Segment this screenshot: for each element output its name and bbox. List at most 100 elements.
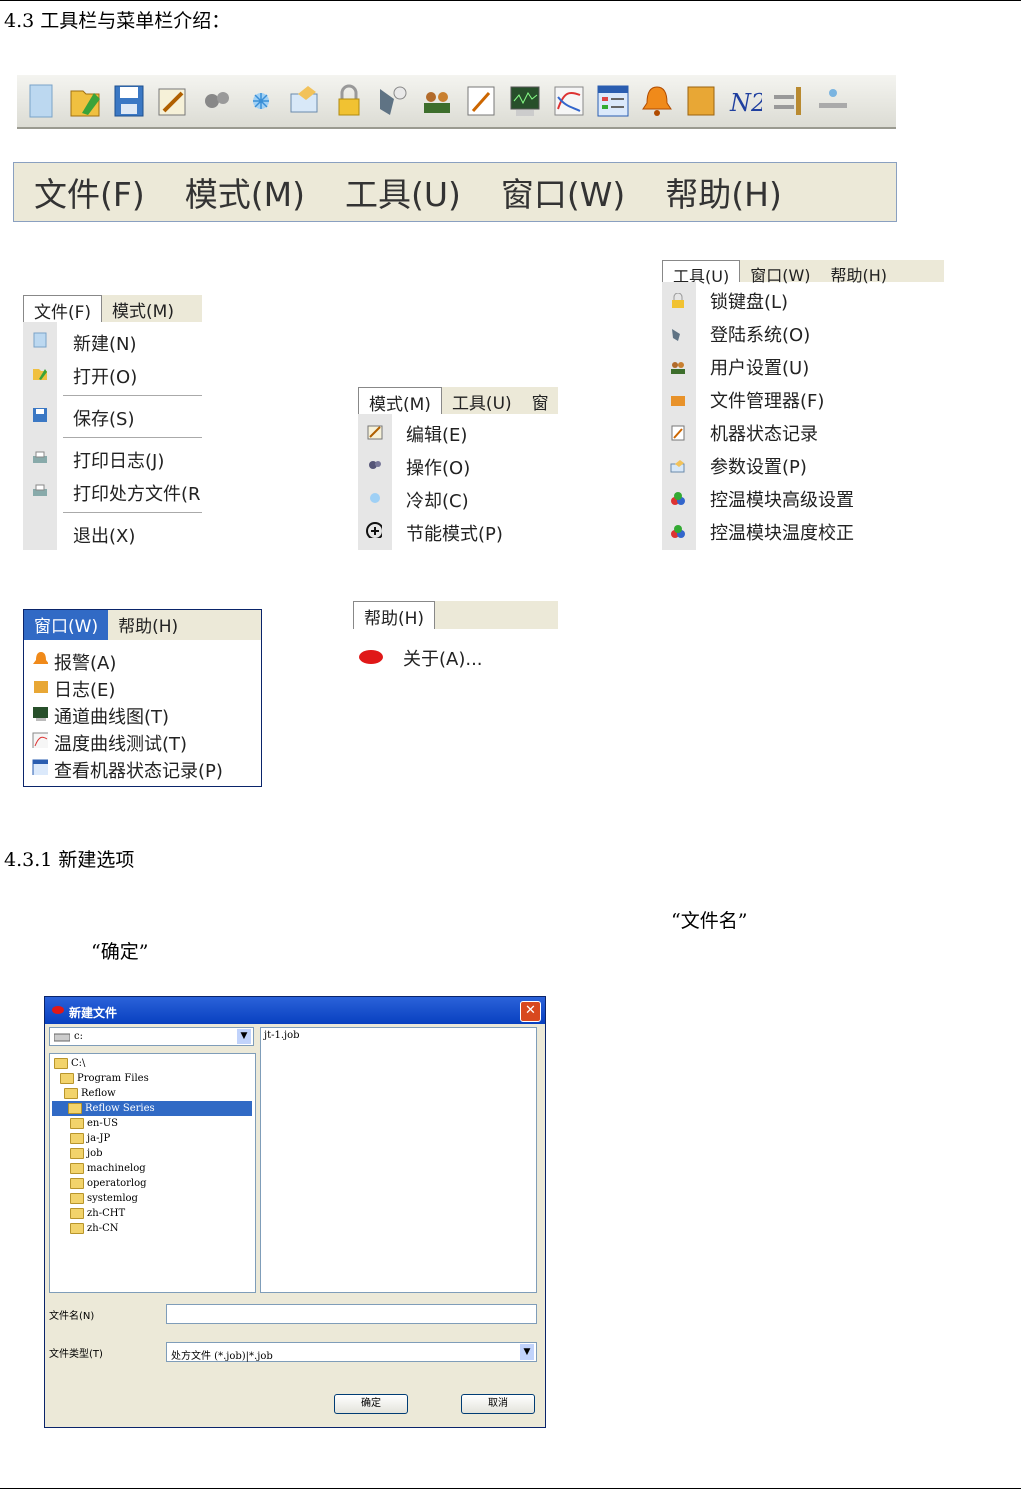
tree-item[interactable]: C:\ [54,1056,85,1071]
alarm-bell-icon[interactable] [639,81,675,121]
edit-icon[interactable] [155,81,191,121]
n2-icon[interactable]: N2 [727,81,763,121]
file-menu-tab-file[interactable]: 文件(F) [23,295,103,323]
tree-item[interactable]: en-US [70,1116,118,1131]
tree-item[interactable]: job [70,1146,103,1161]
mode-menu: 模式(M) 工具(U) 窗 编辑(E) 操作(O) 冷却(C) 节能模式(P) [358,387,558,550]
menubar-mode[interactable]: 模式(M) [185,168,305,216]
cancel-button[interactable]: 取消 [461,1394,535,1414]
parameter-icon[interactable] [287,81,323,121]
menu-item-parameter-settings[interactable]: 参数设置(P) [710,453,807,479]
quoted-ok: “确定” [91,941,149,963]
chevron-down-icon[interactable]: ▼ [237,1029,251,1044]
ok-button[interactable]: 确定 [334,1394,408,1414]
tools-menu: 工具(U) 窗口(W) 帮助(H) 锁键盘(L) 登陆系统(O) 用户设置(U)… [662,260,944,550]
channel-curve-icon[interactable] [507,81,543,121]
file-menu-tab-mode[interactable]: 模式(M) [102,295,184,322]
menubar-tools[interactable]: 工具(U) [345,168,461,216]
window-menu-bar: 窗口(W) 帮助(H) [24,610,261,640]
tree-item[interactable]: zh-CN [70,1221,119,1236]
lock-icon[interactable] [331,81,367,121]
open-icon [33,369,47,380]
menu-item-open[interactable]: 打开(O) [73,363,137,389]
menu-item-temperature-curve-test[interactable]: 温度曲线测试(T) [54,730,187,756]
users-icon [671,362,685,374]
login-icon[interactable] [375,81,411,121]
menu-item-login[interactable]: 登陆系统(O) [710,321,810,347]
temperature-module-icon [671,525,685,538]
menu-item-print-log[interactable]: 打印日志(J) [73,447,164,473]
operate-icon[interactable] [199,81,235,121]
file-list[interactable]: jt-1.job [260,1027,537,1293]
tree-item[interactable]: machinelog [70,1161,146,1176]
tools-menu-tab-help[interactable]: 帮助(H) [821,260,898,285]
chevron-down-icon[interactable]: ▼ [520,1344,534,1360]
menu-item-view-machine-status[interactable]: 查看机器状态记录(P) [54,757,223,783]
menu-item-exit[interactable]: 退出(X) [73,522,135,548]
machine-status-icon[interactable] [595,81,631,121]
dialog-titlebar: 新建文件 ✕ [45,997,545,1024]
dialog-title: 新建文件 [69,1006,118,1020]
temperature-curve-icon [32,732,48,748]
window-menu-tab-window[interactable]: 窗口(W) [24,610,109,640]
menu-item-user-settings[interactable]: 用户设置(U) [710,354,809,380]
svg-text:N2: N2 [729,89,762,117]
menu-item-lock-keyboard[interactable]: 锁键盘(L) [710,288,788,314]
menu-item-save[interactable]: 保存(S) [73,405,134,431]
tree-item[interactable]: operatorlog [70,1176,147,1191]
drive-value: c: [74,1031,83,1042]
menu-item-energy-save[interactable]: 节能模式(P) [406,520,503,546]
help-menu-tab-help[interactable]: 帮助(H) [353,601,436,629]
users-icon[interactable] [419,81,455,121]
menu-item-about[interactable]: 关于(A)... [403,645,483,671]
menu-item-channel-curve[interactable]: 通道曲线图(T) [54,703,169,729]
menu-item-machine-status-record[interactable]: 机器状态记录 [710,420,818,446]
filetype-select[interactable]: 处方文件 (*.job)|*.job ▼ [166,1342,537,1362]
help-menu: 帮助(H) 关于(A)... [353,601,558,674]
close-button[interactable]: ✕ [520,1001,541,1022]
tools-menu-tab-window[interactable]: 窗口(W) [740,260,820,285]
menubar-file[interactable]: 文件(F) [34,168,145,216]
tree-item[interactable]: systemlog [70,1191,138,1206]
tree-item[interactable]: Program Files [60,1071,149,1086]
menu-item-edit[interactable]: 编辑(E) [406,421,467,447]
top-rule [0,0,1021,1]
menubar-help[interactable]: 帮助(H) [665,168,782,216]
tree-item[interactable]: Reflow [64,1086,116,1101]
conveyor-icon[interactable] [771,81,807,121]
folder-tree[interactable]: C:\ Program Files Reflow Reflow Series e… [49,1053,256,1293]
mode-menu-tab-tools[interactable]: 工具(U) [442,387,522,414]
tools-menu-tab-tools[interactable]: 工具(U) [662,260,741,286]
menu-item-operate[interactable]: 操作(O) [406,454,470,480]
drive-select[interactable]: c: ▼ [49,1027,254,1046]
filename-input[interactable] [166,1304,537,1324]
menubar-window[interactable]: 窗口(W) [501,168,625,216]
new-file-dialog: 新建文件 ✕ c: ▼ C:\ Program Files Reflow Ref… [44,996,546,1428]
mode-menu-tab-mode[interactable]: 模式(M) [358,387,442,415]
open-icon[interactable] [67,81,103,121]
menu-item-file-manager[interactable]: 文件管理器(F) [710,387,824,413]
menu-item-alarm[interactable]: 报警(A) [54,649,116,675]
menu-item-print-recipe[interactable]: 打印处方文件(R [73,480,201,506]
new-file-icon[interactable] [23,81,59,121]
tree-item[interactable]: ja-JP [70,1131,110,1146]
menu-item-log[interactable]: 日志(E) [54,676,115,702]
tree-item-selected[interactable]: Reflow Series [52,1101,252,1116]
filename-label: 文件名(N) [49,1311,95,1322]
menu-item-cool[interactable]: 冷却(C) [406,487,469,513]
menu-item-temp-module-advanced[interactable]: 控温模块高级设置 [710,486,854,512]
chain-icon[interactable] [815,81,851,121]
status-record-icon[interactable] [463,81,499,121]
save-icon[interactable] [111,81,147,121]
menu-item-new[interactable]: 新建(N) [73,330,137,356]
temperature-curve-icon[interactable] [551,81,587,121]
tree-item[interactable]: zh-CHT [70,1206,125,1221]
file-item[interactable]: jt-1.job [264,1030,300,1041]
menu-item-temp-module-calibration[interactable]: 控温模块温度校正 [710,519,854,545]
machine-status-icon [32,759,48,775]
menu-separator [63,395,202,396]
mode-menu-tab-window[interactable]: 窗 [522,387,559,414]
cool-icon[interactable] [243,81,279,121]
window-menu-tab-help[interactable]: 帮助(H) [108,610,188,640]
log-icon[interactable] [683,81,719,121]
